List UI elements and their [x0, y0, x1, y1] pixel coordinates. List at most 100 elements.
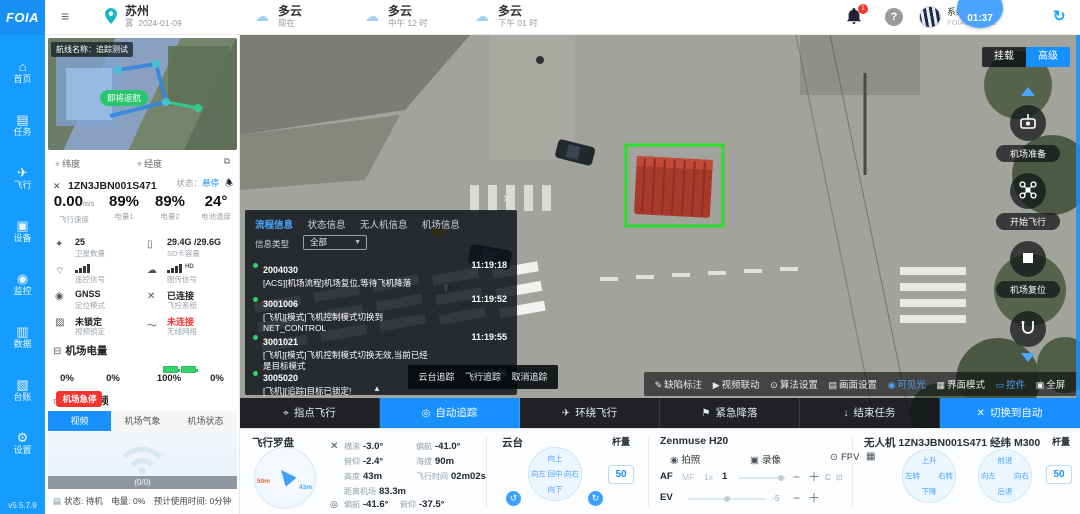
- dock-video-player[interactable]: (0/0): [48, 431, 237, 489]
- tab-end-mission[interactable]: ↓结束任务: [800, 398, 940, 428]
- controls-button[interactable]: ▭控件: [996, 377, 1026, 391]
- start-flight-label: 开始飞行: [996, 213, 1060, 230]
- rc-antenna-icon: ⌔: [55, 265, 64, 278]
- fpv-button[interactable]: ⊙FPV: [830, 452, 859, 463]
- help-icon[interactable]: ?: [885, 8, 903, 26]
- start-flight-button[interactable]: [1010, 173, 1046, 209]
- dock-prepare-button[interactable]: [1010, 105, 1046, 141]
- app-version: v5.5.7.9: [0, 501, 45, 510]
- dock-battery-pct: 0%: [93, 373, 133, 384]
- zoom-minus-button[interactable]: −: [793, 472, 800, 482]
- gimbal-down-button[interactable]: 向下: [548, 484, 563, 495]
- zoom-slider[interactable]: [738, 477, 786, 479]
- focus-c-icon[interactable]: C: [825, 473, 831, 482]
- scroll-down-icon[interactable]: [1021, 353, 1035, 362]
- zoom-slider-handle[interactable]: [778, 475, 784, 481]
- sidebar-item-tasks[interactable]: ▤任务: [0, 113, 45, 138]
- alarm-bell-icon[interactable]: 🕭: [225, 176, 233, 192]
- gimbal-look-down-button[interactable]: ↻: [588, 491, 603, 506]
- scroll-up-icon[interactable]: [1021, 87, 1035, 96]
- dock-status-line: ▤状态: 待机 电量: 0% 预计使用时间: 0分钟: [53, 495, 231, 507]
- ascend-button[interactable]: 上升: [922, 455, 937, 466]
- tab-drone-info[interactable]: 无人机信息: [360, 217, 408, 231]
- sidebar-item-home[interactable]: ⌂首页: [0, 60, 45, 85]
- sidebar-item-flight[interactable]: ✈飞行: [0, 166, 45, 191]
- tab-dock-video[interactable]: 视频: [48, 411, 111, 431]
- log-filter-select[interactable]: 全部▼: [303, 235, 367, 250]
- algorithm-settings-button[interactable]: ⊙算法设置: [770, 377, 818, 391]
- photo-button[interactable]: ◉拍照: [670, 452, 700, 466]
- screen-settings-button[interactable]: ▤画面设置: [828, 377, 877, 391]
- zoom-plus-button[interactable]: ＋: [808, 472, 820, 482]
- sidebar-item-devices[interactable]: ▣设备: [0, 219, 45, 244]
- mission-map-thumbnail[interactable]: 航线名称：追踪测试 即将返航: [48, 38, 237, 150]
- ev-minus-button[interactable]: −: [793, 493, 800, 503]
- sidebar-item-ledger[interactable]: ▧台账: [0, 378, 45, 403]
- menu-item-flight-track[interactable]: 飞行追踪: [465, 372, 501, 382]
- sync-icon[interactable]: ↻: [1053, 7, 1066, 25]
- stream-capture-icon[interactable]: ⧉: [224, 156, 230, 167]
- yaw-left-button[interactable]: 左转: [905, 471, 920, 482]
- gimbal-recenter-button[interactable]: ↺: [506, 491, 521, 506]
- tab-waypoint-flight[interactable]: ⌖指点飞行: [240, 398, 380, 428]
- tab-status-info[interactable]: 状态信息: [307, 217, 345, 231]
- visible-light-button[interactable]: ◉可见光: [888, 377, 926, 391]
- ev-slider-handle[interactable]: [724, 496, 730, 502]
- descend-button[interactable]: 下降: [922, 486, 937, 497]
- sidebar-item-settings[interactable]: ⚙设置: [0, 431, 45, 456]
- tab-dock-weather[interactable]: 机场气象: [111, 411, 174, 431]
- close-icon[interactable]: ✕: [503, 194, 511, 205]
- tab-switch-auto[interactable]: ✕切换到自动: [940, 398, 1080, 428]
- charge-cable-button[interactable]: [1010, 311, 1046, 347]
- forward-button[interactable]: 前进: [998, 455, 1013, 466]
- dock-estop-button[interactable]: 机场急停: [56, 391, 102, 407]
- log-entry: 2004030 [ACS][机场流程]机场复位,等待飞机降落 11:19:18: [253, 260, 509, 289]
- toggle-payload[interactable]: 挂载: [982, 47, 1026, 67]
- mf-label[interactable]: MF: [682, 472, 694, 482]
- ev-plus-button[interactable]: ＋: [808, 493, 820, 503]
- tab-emergency-land[interactable]: ⚑紧急降落: [660, 398, 800, 428]
- right-button[interactable]: 向右: [1014, 471, 1029, 482]
- tab-dock-status[interactable]: 机场状态: [174, 411, 237, 431]
- gimbal-right-button[interactable]: 向右: [564, 469, 579, 480]
- yaw-right-button[interactable]: 右转: [938, 471, 953, 482]
- avatar[interactable]: [919, 6, 941, 28]
- sidebar-item-data[interactable]: ▥数据: [0, 325, 45, 350]
- defect-annotate-button[interactable]: ✎缺陷标注: [655, 377, 703, 391]
- gnss-pin-icon: ◉: [55, 291, 64, 302]
- ui-mode-button[interactable]: ▦界面模式: [937, 377, 986, 391]
- notification-bell-icon[interactable]: 1: [847, 8, 861, 29]
- video-feed[interactable]: ✕ 流程信息 状态信息 无人机信息 机场信息 信息类型 全部▼ 2004030 …: [240, 35, 1080, 428]
- menu-item-cancel-track[interactable]: 取消追踪: [512, 372, 548, 382]
- collapse-arrow-icon[interactable]: ▲: [373, 384, 381, 393]
- fullscreen-button[interactable]: ▣全屏: [1036, 377, 1066, 391]
- backward-button[interactable]: 后退: [998, 486, 1013, 497]
- ev-slider[interactable]: [688, 498, 766, 500]
- left-button[interactable]: 向左: [981, 471, 996, 482]
- collapse-menu-icon[interactable]: ≡: [61, 8, 69, 24]
- video-link-button[interactable]: ▶视频联动: [713, 377, 760, 391]
- drone-icon: [1019, 181, 1037, 199]
- dock-battery-pct: 0%: [47, 373, 87, 384]
- toggle-advanced[interactable]: 高级: [1026, 47, 1070, 67]
- gimbal-center-button[interactable]: 回中: [548, 469, 563, 480]
- gimbal-stick-input[interactable]: 50: [608, 465, 634, 484]
- tab-dock-info[interactable]: 机场信息: [422, 217, 460, 231]
- tab-process-info[interactable]: 流程信息: [255, 217, 293, 231]
- gimbal-left-button[interactable]: 向左: [531, 469, 546, 480]
- drone-status-value: 悬停: [202, 178, 219, 188]
- drone-stick-input[interactable]: 50: [1046, 465, 1072, 484]
- location-block[interactable]: 苏州 雾 2024-01-09: [125, 5, 182, 29]
- drone-icon: ✕: [330, 441, 338, 452]
- af-label[interactable]: AF: [660, 471, 673, 482]
- tab-auto-track[interactable]: ◎自动追踪: [380, 398, 520, 428]
- tab-orbit-flight[interactable]: ✈环绕飞行: [520, 398, 660, 428]
- gimbal-up-button[interactable]: 向上: [548, 453, 563, 464]
- drone-horizontal-dpad: 前进 向左 向右 后退: [978, 449, 1032, 503]
- dock-reset-button[interactable]: [1010, 241, 1046, 277]
- record-button[interactable]: ▣录像: [750, 452, 781, 466]
- sidebar-item-monitor[interactable]: ◉监控: [0, 272, 45, 297]
- gimbal-stick-label: 杆量: [612, 435, 630, 448]
- focus-area-icon[interactable]: ⊡: [836, 473, 843, 482]
- menu-item-gimbal-track[interactable]: 云台追踪: [418, 372, 454, 382]
